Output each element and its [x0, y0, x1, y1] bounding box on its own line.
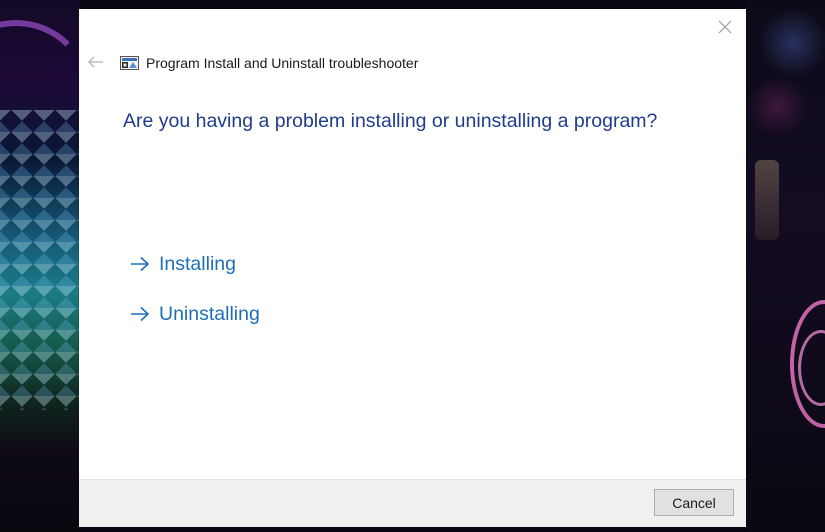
back-arrow-icon — [88, 56, 103, 68]
troubleshooter-dialog: Program Install and Uninstall troublesho… — [79, 9, 746, 527]
cancel-button[interactable]: Cancel — [654, 489, 734, 516]
option-uninstalling-label: Uninstalling — [159, 302, 260, 325]
close-button[interactable] — [710, 13, 740, 41]
page-heading: Are you having a problem installing or u… — [123, 110, 658, 132]
wallpaper-lamp — [755, 160, 779, 240]
arrow-right-icon — [131, 306, 150, 322]
wallpaper-right-lights — [746, 0, 825, 532]
close-icon — [718, 20, 732, 34]
option-installing[interactable]: Installing — [130, 250, 236, 278]
window-title-bar: Program Install and Uninstall troublesho… — [120, 53, 418, 73]
dialog-footer: Cancel — [79, 479, 746, 527]
back-button[interactable] — [85, 51, 107, 73]
option-uninstalling[interactable]: Uninstalling — [130, 300, 260, 328]
option-installing-label: Installing — [159, 252, 236, 275]
window-title: Program Install and Uninstall troublesho… — [146, 55, 419, 71]
arrow-right-icon — [131, 256, 150, 272]
troubleshooter-app-icon — [120, 56, 139, 70]
